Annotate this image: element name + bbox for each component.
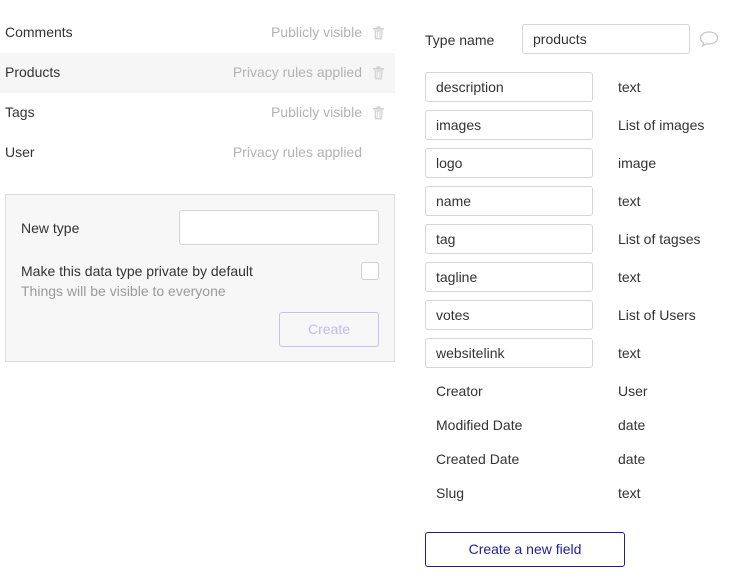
builtin-field-name: Slug [436, 485, 465, 501]
builtin-field-name: Modified Date [436, 417, 523, 433]
field-name-input[interactable] [425, 148, 593, 178]
builtin-field-type: User [618, 383, 648, 399]
new-type-label: New type [21, 220, 80, 236]
type-name-label: Type name [425, 32, 495, 48]
comment-icon[interactable] [699, 30, 719, 48]
private-default-label: Make this data type private by default [21, 263, 253, 279]
type-name: Products [5, 64, 61, 80]
field-name-input[interactable] [425, 186, 593, 216]
field-type: image [618, 155, 657, 171]
trash-icon[interactable] [372, 26, 385, 40]
type-privacy-status: Privacy rules applied [232, 144, 362, 160]
field-name-input[interactable] [425, 224, 593, 254]
field-type: text [618, 79, 641, 95]
field-type: text [618, 269, 641, 285]
trash-icon[interactable] [372, 106, 385, 120]
private-default-checkbox[interactable] [361, 262, 379, 280]
type-name: Comments [5, 24, 73, 40]
new-type-panel: New type Make this data type private by … [5, 194, 395, 362]
field-name-input[interactable] [425, 110, 593, 140]
type-name: Tags [5, 104, 35, 120]
new-type-input[interactable] [179, 210, 379, 245]
builtin-field-type: date [618, 417, 646, 433]
builtin-field-name: Created Date [436, 451, 520, 467]
type-name-input[interactable] [522, 24, 690, 54]
create-type-button[interactable]: Create [279, 312, 379, 347]
builtin-field-name: Creator [436, 383, 483, 399]
trash-icon[interactable] [372, 66, 385, 80]
field-type: List of Users [618, 307, 696, 323]
field-name-input[interactable] [425, 338, 593, 368]
type-privacy-status: Publicly visible [270, 24, 362, 40]
type-row-comments[interactable]: Comments Publicly visible [0, 13, 395, 53]
type-row-products[interactable]: Products Privacy rules applied [0, 53, 395, 93]
type-name: User [5, 144, 35, 160]
field-name-input[interactable] [425, 72, 593, 102]
field-type: text [618, 345, 641, 361]
field-name-input[interactable] [425, 262, 593, 292]
type-row-tags[interactable]: Tags Publicly visible [0, 93, 395, 133]
type-privacy-status: Privacy rules applied [232, 64, 362, 80]
field-type: List of tagses [618, 231, 701, 247]
create-new-field-button[interactable]: Create a new field [425, 532, 625, 567]
private-default-hint: Things will be visible to everyone [21, 283, 226, 299]
field-name-input[interactable] [425, 300, 593, 330]
builtin-field-type: text [618, 485, 641, 501]
type-row-user[interactable]: User Privacy rules applied [0, 133, 395, 173]
builtin-field-type: date [618, 451, 646, 467]
field-type: text [618, 193, 641, 209]
type-privacy-status: Publicly visible [270, 104, 362, 120]
field-type: List of images [618, 117, 705, 133]
